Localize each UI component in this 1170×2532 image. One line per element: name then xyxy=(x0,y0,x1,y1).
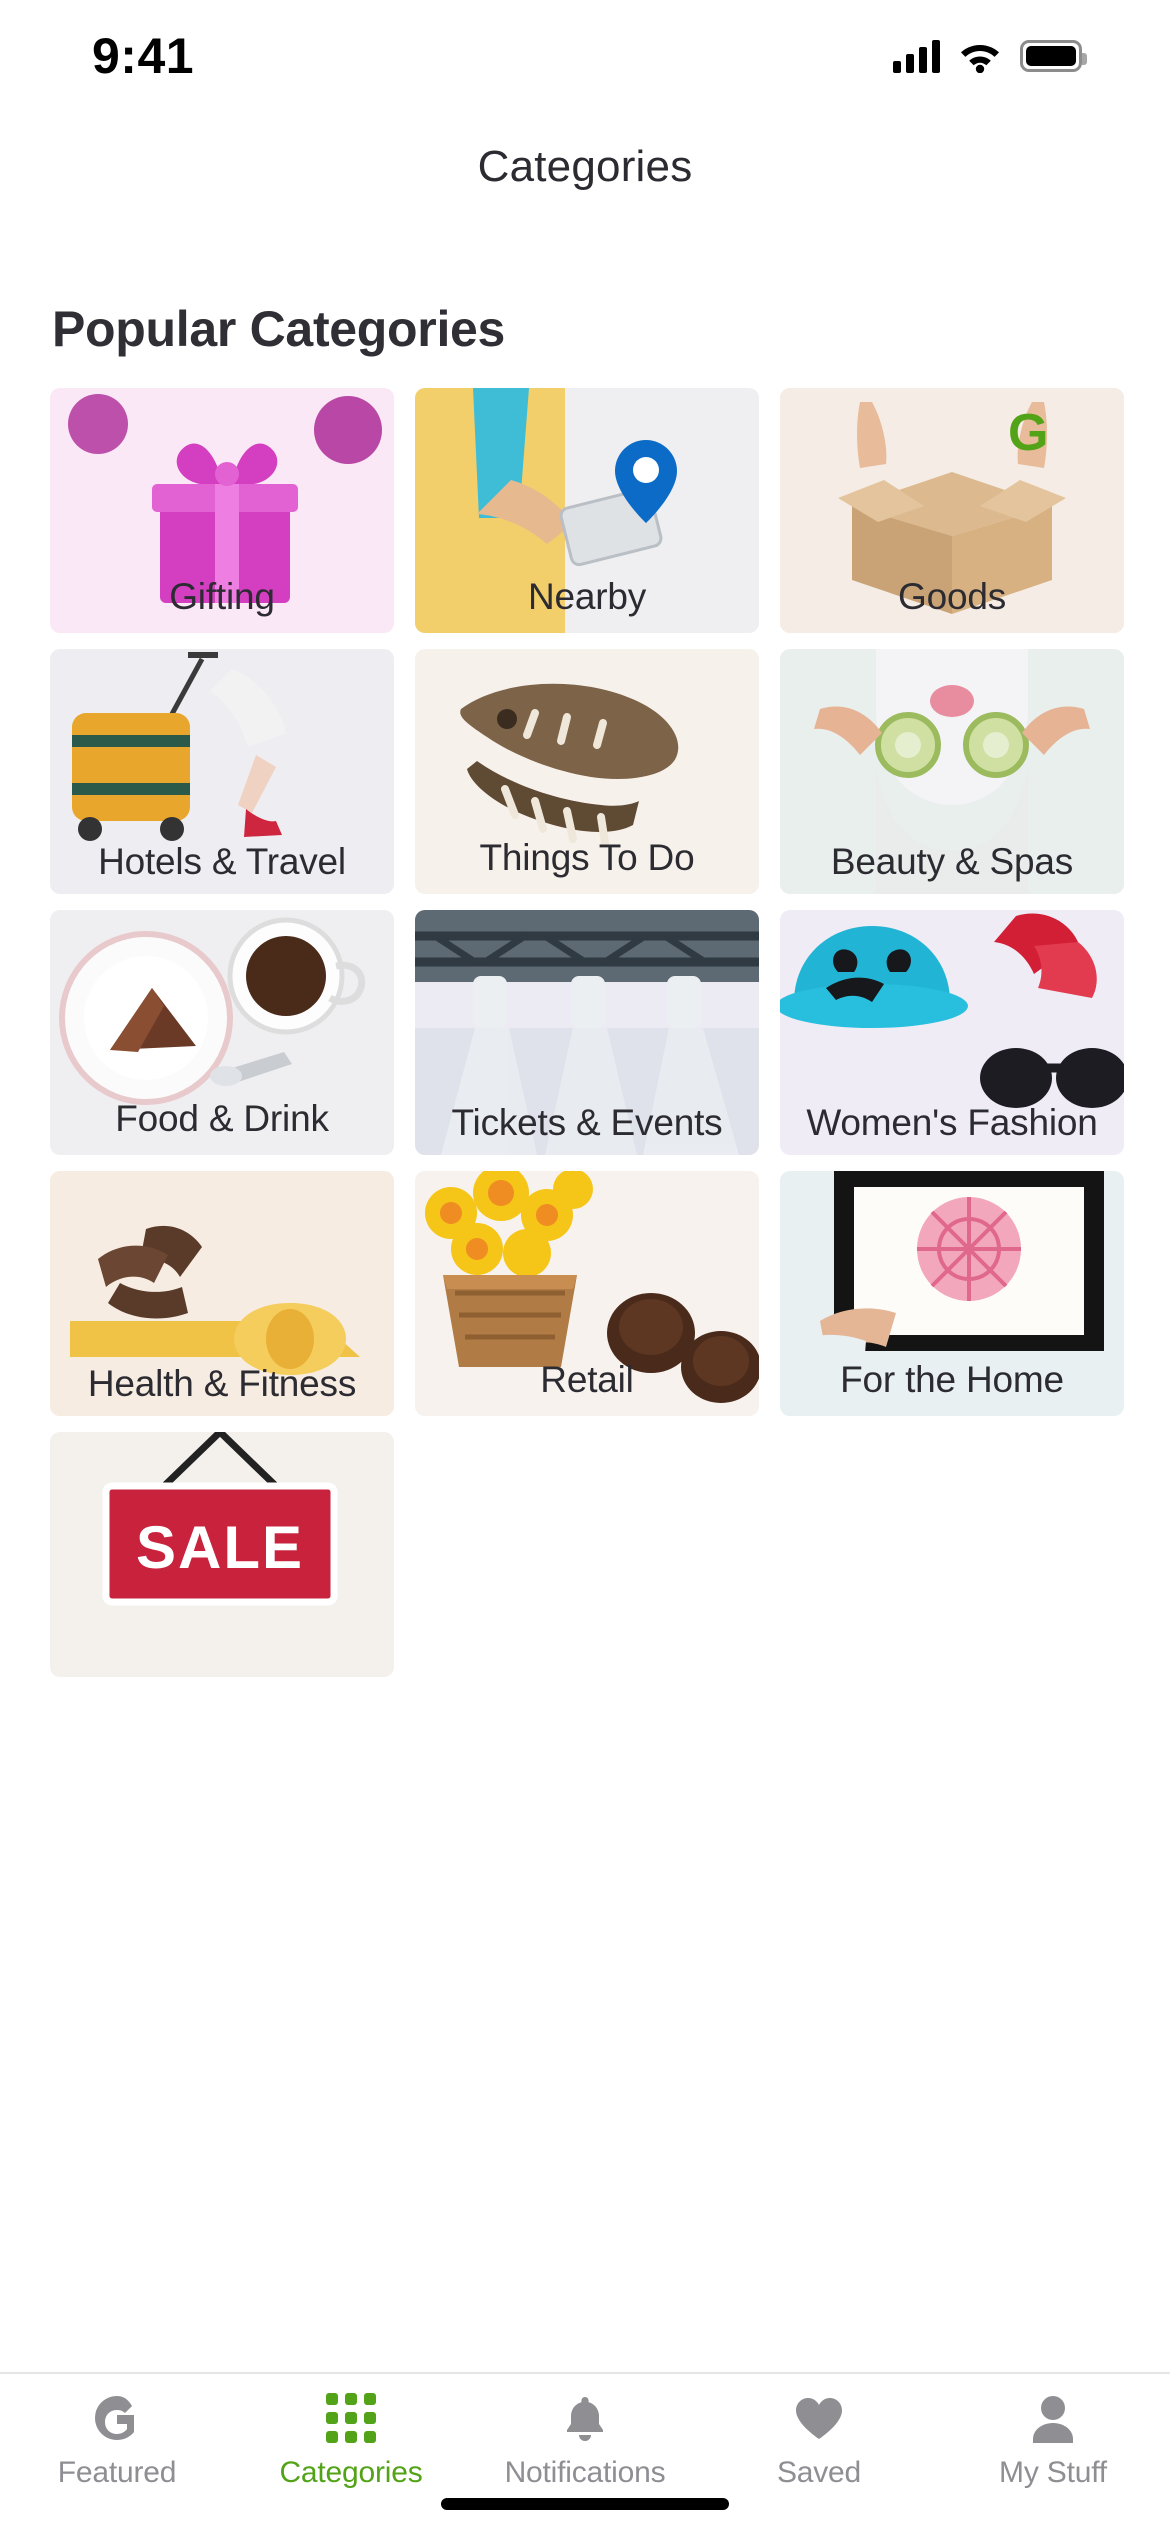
tab-label: Saved xyxy=(776,2456,862,2489)
tab-label: Featured xyxy=(57,2456,177,2489)
category-card[interactable]: SALE xyxy=(50,1432,394,1677)
section-heading: Popular Categories xyxy=(52,301,506,357)
app-screen: 9:41 Categories Popular Categories Gifti… xyxy=(0,0,1170,2532)
status-bar-time: 9:41 xyxy=(92,28,195,84)
category-card[interactable]: G Goods xyxy=(780,388,1124,633)
category-card-label: Goods xyxy=(897,575,1006,617)
category-card-label: Health & Fitness xyxy=(87,1362,357,1404)
home-indicator xyxy=(441,2498,729,2510)
category-card-label: Food & Drink xyxy=(115,1097,329,1139)
category-card-label: Women's Fashion xyxy=(806,1101,1098,1143)
page-title: Categories xyxy=(477,142,693,191)
category-card[interactable]: Hotels & Travel xyxy=(50,649,394,894)
category-grid: Gifting Nearby G Goods Hotels & Travel T… xyxy=(0,388,1170,1677)
category-card[interactable]: Women's Fashion xyxy=(780,910,1124,1155)
tab-label: Categories xyxy=(279,2456,423,2489)
category-card-label: Tickets & Events xyxy=(451,1101,723,1143)
battery-icon xyxy=(1020,40,1087,72)
tab-saved[interactable]: Saved xyxy=(702,2392,936,2490)
tab-my-stuff[interactable]: My Stuff xyxy=(936,2392,1170,2490)
g-logo-icon xyxy=(92,2392,142,2444)
category-card-label xyxy=(50,1663,394,1677)
category-card-label: Nearby xyxy=(527,575,647,617)
category-card-label: Beauty & Spas xyxy=(830,840,1074,882)
tab-notifications[interactable]: Notifications xyxy=(468,2392,702,2490)
category-card[interactable]: Food & Drink xyxy=(50,910,394,1155)
svg-text:G: G xyxy=(1008,404,1048,462)
tab-featured[interactable]: Featured xyxy=(0,2392,234,2490)
category-card-label: Retail xyxy=(540,1358,634,1400)
svg-text:SALE: SALE xyxy=(136,1514,304,1581)
nav-header: Categories xyxy=(0,112,1170,222)
status-bar: 9:41 xyxy=(0,0,1170,112)
category-card-label: Gifting xyxy=(169,575,275,617)
grid-icon xyxy=(326,2392,376,2444)
category-card-label: Things To Do xyxy=(479,836,695,878)
category-card[interactable]: Health & Fitness xyxy=(50,1171,394,1416)
signal-icon xyxy=(893,39,940,73)
tab-label: Notifications xyxy=(504,2456,666,2489)
category-card[interactable]: Retail xyxy=(415,1171,759,1416)
tab-label: My Stuff xyxy=(999,2456,1107,2489)
category-card[interactable]: Tickets & Events xyxy=(415,910,759,1155)
category-card[interactable]: Beauty & Spas xyxy=(780,649,1124,894)
heart-icon xyxy=(794,2392,844,2444)
category-card[interactable]: Nearby xyxy=(415,388,759,633)
category-card-label: Hotels & Travel xyxy=(98,840,346,882)
person-icon xyxy=(1030,2392,1076,2444)
category-card-label: For the Home xyxy=(840,1358,1064,1400)
sale-sign-illustration: SALE xyxy=(50,1432,394,1677)
category-card[interactable]: Gifting xyxy=(50,388,394,633)
bell-icon xyxy=(561,2392,609,2444)
status-bar-icons xyxy=(893,39,1087,74)
category-card[interactable]: For the Home xyxy=(780,1171,1124,1416)
wifi-icon xyxy=(958,39,1002,74)
category-card[interactable]: Things To Do xyxy=(415,649,759,894)
scroll-content[interactable]: Popular Categories Gifting Nearby G Good… xyxy=(0,222,1170,2372)
tab-categories[interactable]: Categories xyxy=(234,2392,468,2490)
